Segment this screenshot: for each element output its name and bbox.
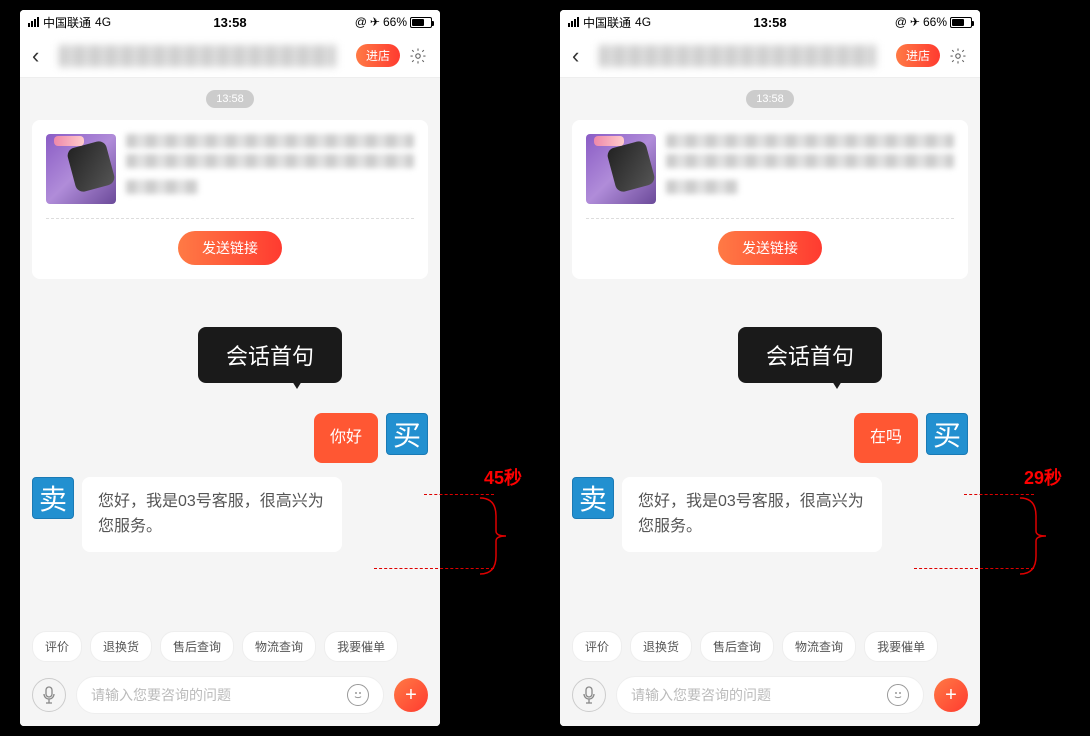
emoji-icon[interactable]: [347, 684, 369, 706]
seller-message-bubble: 您好，我是03号客服，很高兴为您服务。: [82, 477, 342, 552]
enter-shop-button[interactable]: 进店: [896, 44, 940, 67]
quick-reply-button[interactable]: 评价: [32, 631, 82, 662]
battery-pct: 66%: [923, 15, 947, 29]
chat-header: ‹ 进店: [20, 34, 440, 78]
message-input[interactable]: 请输入您要咨询的问题: [76, 676, 384, 714]
dashed-connector: [964, 494, 1034, 495]
duration-annotation: 45秒: [478, 464, 522, 576]
seller-message-row: 卖 您好，我是03号客服，很高兴为您服务。: [32, 477, 428, 552]
product-image: [46, 134, 116, 204]
network-label: 4G: [95, 15, 111, 29]
product-info-blurred: [126, 134, 414, 204]
chat-header: ‹ 进店: [560, 34, 980, 78]
shop-title-blurred: [599, 45, 876, 67]
phone-screenshot-left: 中国联通 4G 13:58 @ ✈ 66% ‹ 进店 13:58: [20, 10, 440, 726]
buyer-avatar[interactable]: 买: [926, 413, 968, 455]
battery-icon: [950, 17, 972, 28]
duration-label: 29秒: [1024, 464, 1062, 490]
at-icon: @: [895, 15, 907, 29]
dashed-connector: [374, 568, 494, 569]
quick-reply-button[interactable]: 物流查询: [242, 631, 316, 662]
plus-button[interactable]: +: [934, 678, 968, 712]
emoji-icon[interactable]: [887, 684, 909, 706]
product-card[interactable]: 发送链接: [32, 120, 428, 279]
buyer-message-bubble: 你好: [314, 413, 378, 463]
battery-pct: 66%: [383, 15, 407, 29]
signal-icon: [28, 17, 39, 27]
quick-reply-button[interactable]: 评价: [572, 631, 622, 662]
back-icon[interactable]: ‹: [572, 43, 579, 69]
quick-reply-button[interactable]: 我要催单: [324, 631, 398, 662]
chat-area[interactable]: 13:58 发送链接 会话首句 你好 买: [20, 78, 440, 621]
phone-screenshot-right: 中国联通 4G 13:58 @ ✈ 66% ‹ 进店 13:58: [560, 10, 980, 726]
send-link-button[interactable]: 发送链接: [718, 231, 822, 265]
seller-message-bubble: 您好，我是03号客服，很高兴为您服务。: [622, 477, 882, 552]
quick-reply-button[interactable]: 物流查询: [782, 631, 856, 662]
annotation-first-sentence: 会话首句: [738, 327, 882, 383]
status-time: 13:58: [213, 15, 246, 30]
time-badge: 13:58: [206, 90, 254, 108]
message-input[interactable]: 请输入您要咨询的问题: [616, 676, 924, 714]
product-card[interactable]: 发送链接: [572, 120, 968, 279]
quick-reply-button[interactable]: 退换货: [90, 631, 152, 662]
quick-reply-button[interactable]: 退换货: [630, 631, 692, 662]
shop-title-blurred: [59, 45, 336, 67]
battery-icon: [410, 17, 432, 28]
mic-icon[interactable]: [572, 678, 606, 712]
plus-button[interactable]: +: [394, 678, 428, 712]
carrier-label: 中国联通: [43, 14, 91, 31]
network-label: 4G: [635, 15, 651, 29]
input-placeholder: 请输入您要咨询的问题: [631, 685, 887, 705]
input-placeholder: 请输入您要咨询的问题: [91, 685, 347, 705]
quick-reply-button[interactable]: 我要催单: [864, 631, 938, 662]
quick-reply-button[interactable]: 售后查询: [700, 631, 774, 662]
status-bar: 中国联通 4G 13:58 @ ✈ 66%: [20, 10, 440, 34]
dashed-connector: [914, 568, 1034, 569]
carrier-label: 中国联通: [583, 14, 631, 31]
status-time: 13:58: [753, 15, 786, 30]
location-icon: ✈: [910, 15, 920, 29]
enter-shop-button[interactable]: 进店: [356, 44, 400, 67]
quick-reply-button[interactable]: 售后查询: [160, 631, 234, 662]
status-bar: 中国联通 4G 13:58 @ ✈ 66%: [560, 10, 980, 34]
seller-avatar[interactable]: 卖: [572, 477, 614, 519]
duration-label: 45秒: [484, 464, 522, 490]
mic-icon[interactable]: [32, 678, 66, 712]
duration-annotation: 29秒: [1018, 464, 1062, 576]
buyer-avatar[interactable]: 买: [386, 413, 428, 455]
buyer-message-row: 你好 买: [32, 413, 428, 463]
time-badge: 13:58: [746, 90, 794, 108]
input-bar: 请输入您要咨询的问题 +: [20, 668, 440, 726]
gear-icon[interactable]: [408, 46, 428, 66]
signal-icon: [568, 17, 579, 27]
location-icon: ✈: [370, 15, 380, 29]
at-icon: @: [355, 15, 367, 29]
buyer-message-row: 在吗 买: [572, 413, 968, 463]
quick-reply-row[interactable]: 评价 退换货 售后查询 物流查询 我要催单: [20, 621, 440, 668]
chat-area[interactable]: 13:58 发送链接 会话首句 在吗 买: [560, 78, 980, 621]
seller-message-row: 卖 您好，我是03号客服，很高兴为您服务。: [572, 477, 968, 552]
quick-reply-row[interactable]: 评价 退换货 售后查询 物流查询 我要催单: [560, 621, 980, 668]
product-info-blurred: [666, 134, 954, 204]
seller-avatar[interactable]: 卖: [32, 477, 74, 519]
buyer-message-bubble: 在吗: [854, 413, 918, 463]
back-icon[interactable]: ‹: [32, 43, 39, 69]
send-link-button[interactable]: 发送链接: [178, 231, 282, 265]
annotation-first-sentence: 会话首句: [198, 327, 342, 383]
dashed-connector: [424, 494, 494, 495]
gear-icon[interactable]: [948, 46, 968, 66]
input-bar: 请输入您要咨询的问题 +: [560, 668, 980, 726]
product-image: [586, 134, 656, 204]
